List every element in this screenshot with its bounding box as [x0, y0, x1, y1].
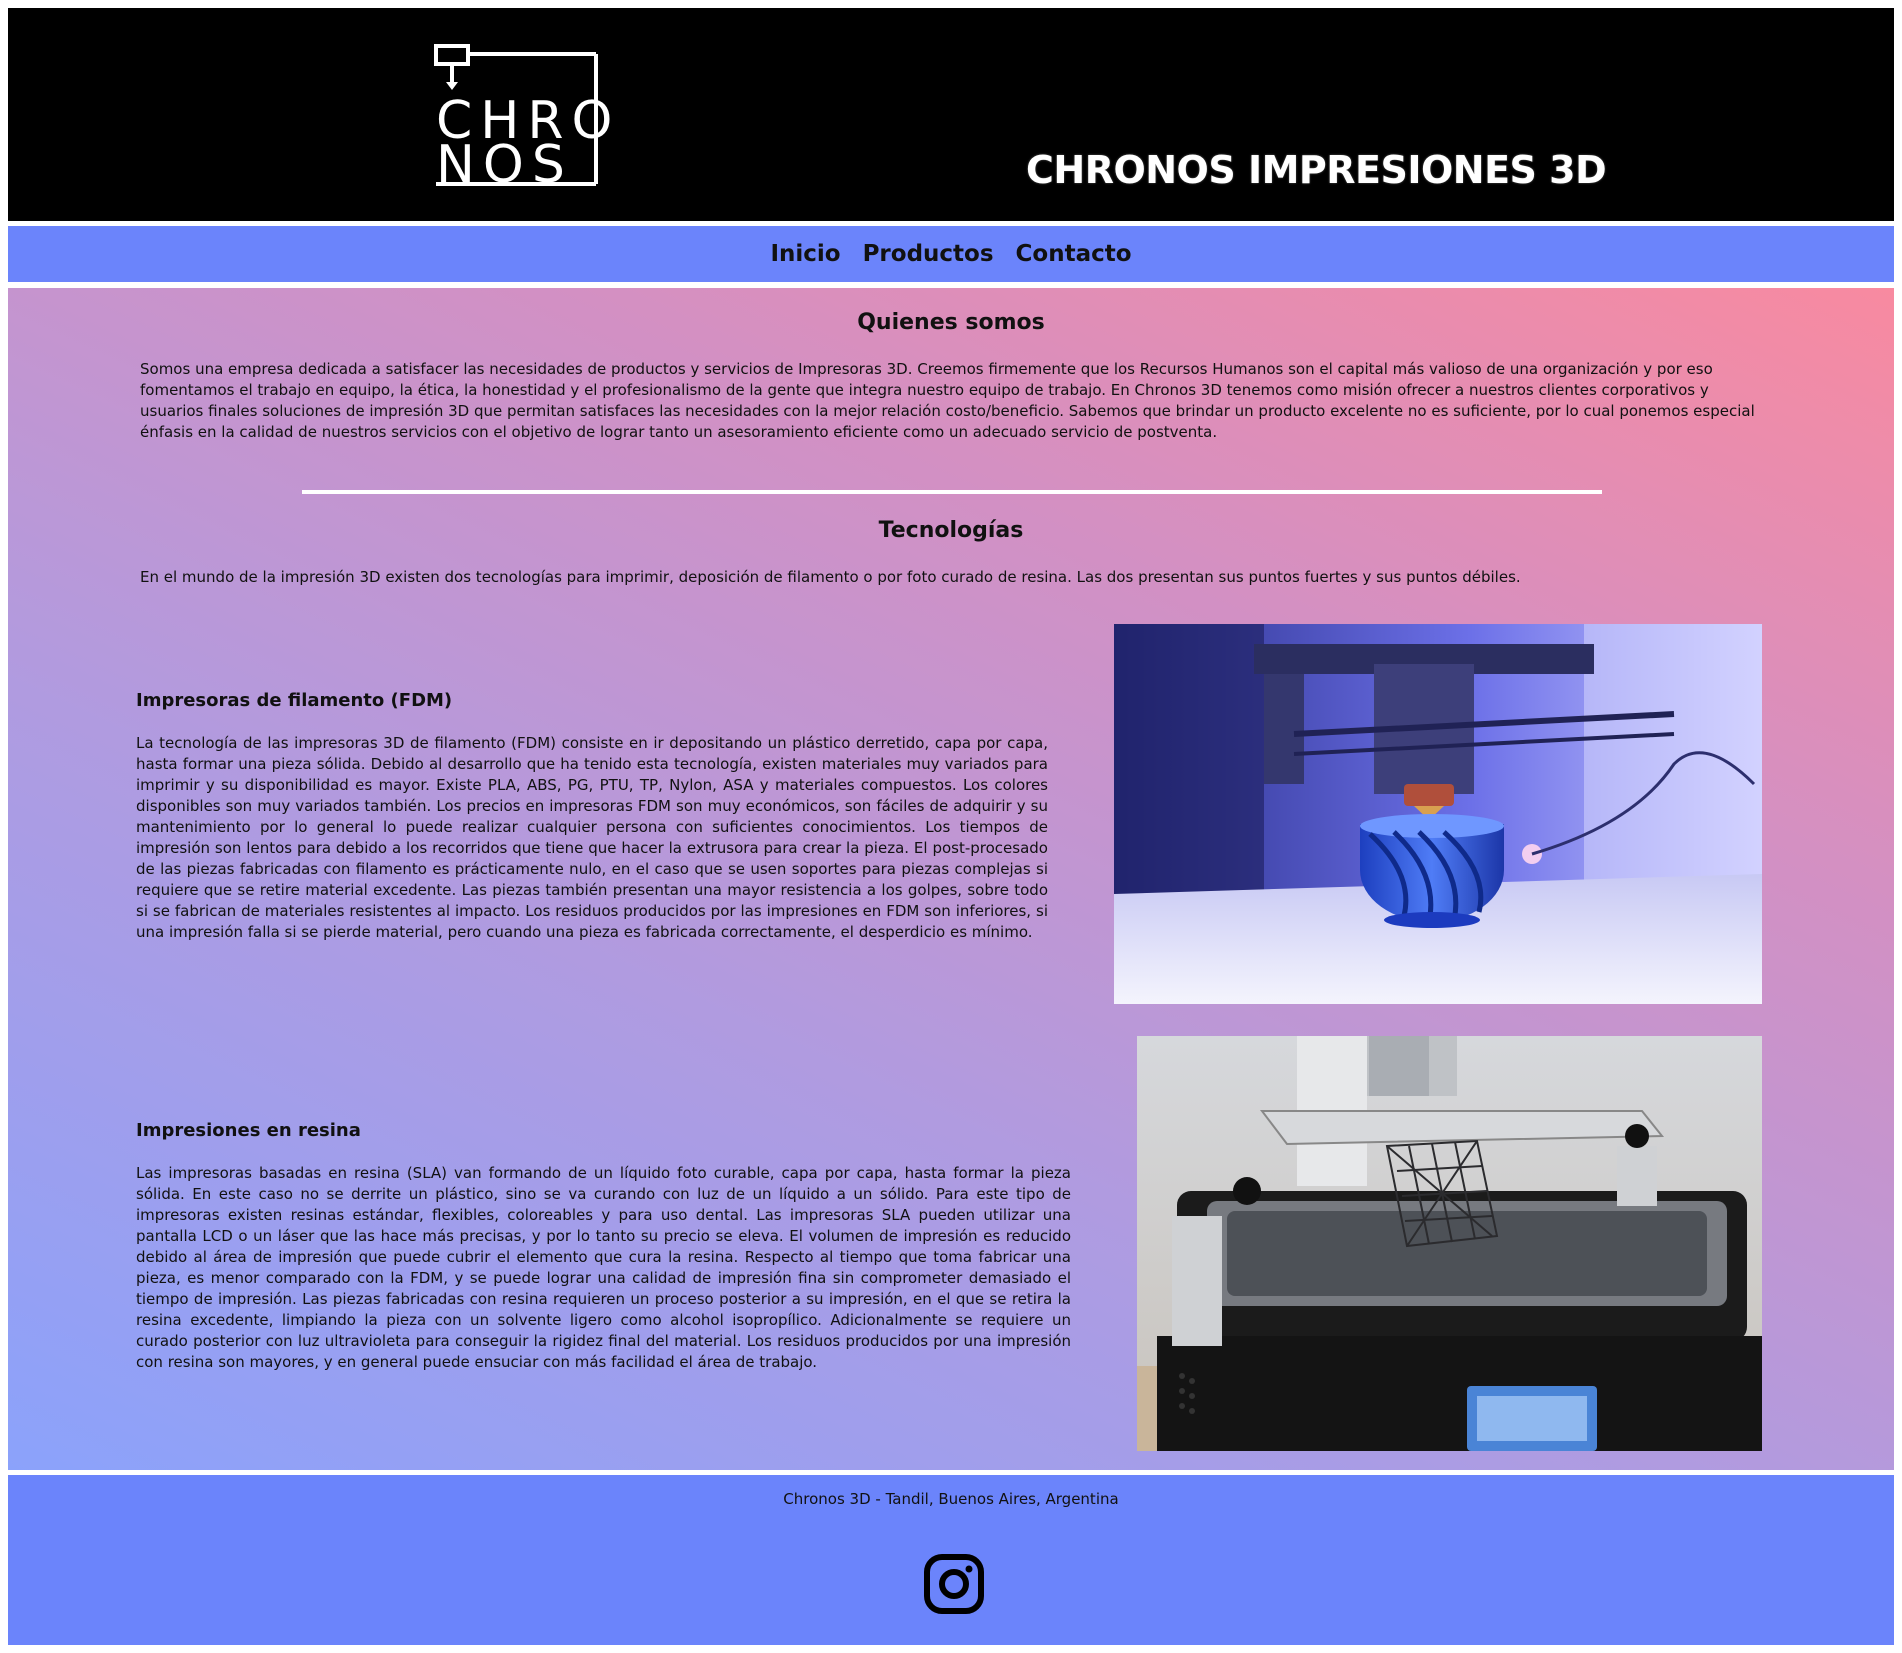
resin-text: Las impresoras basadas en resina (SLA) v… — [136, 1164, 1071, 1371]
fdm-title: Impresoras de filamento (FDM) — [136, 690, 453, 711]
fdm-printer-image — [1114, 624, 1762, 1004]
about-title: Quienes somos — [857, 310, 1045, 335]
svg-text:NOS: NOS — [436, 135, 573, 192]
instagram-icon[interactable] — [923, 1553, 985, 1615]
nav-link-inicio[interactable]: Inicio — [770, 241, 840, 267]
about-text: Somos una empresa dedicada a satisfacer … — [140, 360, 1755, 441]
footer-address: Chronos 3D - Tandil, Buenos Aires, Argen… — [783, 1490, 1119, 1508]
nav-link-productos[interactable]: Productos — [863, 241, 994, 267]
fdm-text: La tecnología de las impresoras 3D de fi… — [136, 734, 1048, 941]
main-nav: Inicio Productos Contacto — [8, 226, 1894, 282]
nav-link-contacto[interactable]: Contacto — [1016, 241, 1132, 267]
site-header: CHRO NOS CHRONOS IMPRESIONES 3D — [8, 8, 1894, 221]
tech-intro: En el mundo de la impresión 3D existen d… — [140, 568, 1521, 586]
section-divider — [302, 490, 1602, 494]
tech-title: Tecnologías — [878, 518, 1024, 543]
resin-title: Impresiones en resina — [136, 1120, 361, 1141]
site-title: CHRONOS IMPRESIONES 3D — [1026, 148, 1607, 192]
main-content: Quienes somos Somos una empresa dedicada… — [8, 288, 1894, 1470]
resin-printer-image — [1137, 1036, 1762, 1451]
chronos-logo: CHRO NOS — [434, 44, 612, 192]
site-footer: Chronos 3D - Tandil, Buenos Aires, Argen… — [8, 1475, 1894, 1645]
